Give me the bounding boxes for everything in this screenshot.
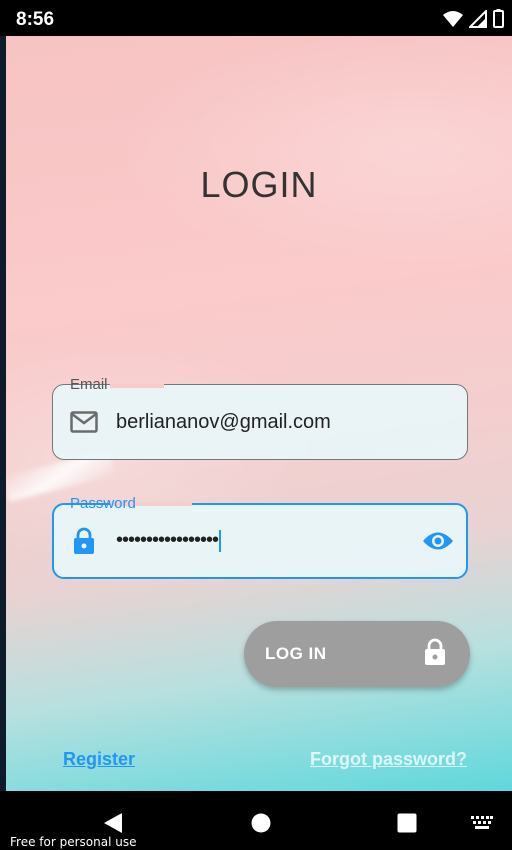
lock-icon xyxy=(424,638,446,671)
login-screen: LOGIN Email berliananov@gmail.com Passwo… xyxy=(6,36,512,791)
mail-icon xyxy=(70,411,98,438)
watermark-text: Free for personal use xyxy=(10,835,137,849)
recents-icon[interactable] xyxy=(397,813,417,838)
home-icon[interactable] xyxy=(251,813,271,838)
signal-icon xyxy=(469,9,487,28)
register-link[interactable]: Register xyxy=(63,749,135,770)
navigation-bar: Free for personal use xyxy=(0,791,512,850)
status-bar: 8:56 xyxy=(0,0,512,36)
password-field[interactable] xyxy=(52,503,468,579)
email-input-value[interactable]: berliananov@gmail.com xyxy=(116,411,331,434)
password-input-value[interactable]: ••••••••••••••••• xyxy=(116,529,222,552)
page-title: LOGIN xyxy=(200,164,318,205)
keyboard-icon[interactable] xyxy=(471,816,493,835)
email-label-gap xyxy=(110,384,164,388)
wifi-icon xyxy=(443,10,463,27)
battery-icon xyxy=(493,9,504,28)
login-button-label: LOG IN xyxy=(265,644,327,663)
password-field-label: Password xyxy=(64,495,142,512)
eye-icon[interactable] xyxy=(422,530,454,557)
forgot-password-link[interactable]: Forgot password? xyxy=(310,749,467,770)
lock-icon xyxy=(73,527,95,560)
status-icons xyxy=(443,9,504,28)
text-cursor xyxy=(219,529,222,552)
login-button[interactable]: LOG IN xyxy=(244,621,470,687)
email-field-label: Email xyxy=(64,376,114,393)
password-masked-text: ••••••••••••••••• xyxy=(116,529,219,551)
status-time: 8:56 xyxy=(16,9,55,30)
